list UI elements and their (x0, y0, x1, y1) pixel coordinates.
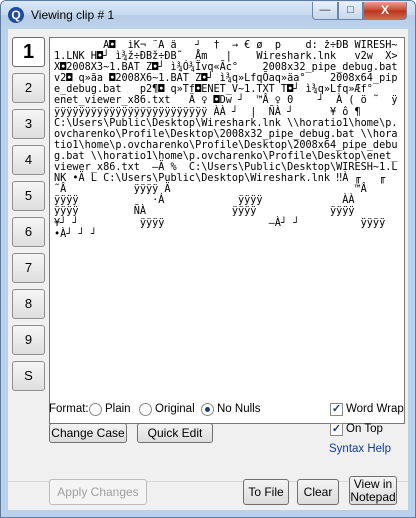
format-no-nulls-radio[interactable] (201, 403, 214, 416)
clip-content[interactable]: À◘ ìK¬ ˜Â â ┘ † → € ø p d: ž÷ÐB WIRESH~1… (54, 40, 400, 420)
clip-button-s[interactable]: S (12, 361, 45, 391)
clip-button-7[interactable]: 7 (12, 253, 45, 283)
on-top-label[interactable]: On Top (346, 423, 383, 435)
client-area: 1 2 3 4 5 6 7 8 9 S À◘ ìK¬ ˜Â â ┘ † → € … (8, 29, 408, 510)
format-plain-label[interactable]: Plain (105, 403, 131, 415)
clip-button-8[interactable]: 8 (12, 289, 45, 319)
clip-button-5[interactable]: 5 (12, 181, 45, 211)
view-in-notepad-line2: Notepad (350, 490, 396, 504)
word-wrap-label[interactable]: Word Wrap (346, 403, 404, 415)
app-window: Q Viewing clip # 1 — □ X 1 2 3 4 5 6 7 8… (0, 0, 416, 518)
clip-button-1[interactable]: 1 (12, 37, 45, 67)
clip-button-9[interactable]: 9 (12, 325, 45, 355)
maximize-button[interactable]: □ (338, 2, 363, 20)
apply-changes-button[interactable]: Apply Changes (49, 479, 147, 505)
change-case-button[interactable]: Change Case (49, 423, 127, 443)
view-in-notepad-button[interactable]: View in Notepad (349, 476, 397, 505)
format-plain-radio[interactable] (89, 403, 102, 416)
app-icon: Q (8, 7, 24, 23)
clip-button-6[interactable]: 6 (12, 217, 45, 247)
minimize-button[interactable]: — (312, 2, 338, 20)
on-top-checkbox[interactable]: ✓ (330, 423, 343, 436)
format-no-nulls-label[interactable]: No Nulls (217, 403, 260, 415)
syntax-help-link[interactable]: Syntax Help (329, 443, 391, 455)
to-file-button[interactable]: To File (243, 479, 289, 505)
clip-text-area[interactable]: À◘ ìK¬ ˜Â â ┘ † → € ø p d: ž÷ÐB WIRESH~1… (49, 37, 405, 424)
format-original-radio[interactable] (139, 403, 152, 416)
clear-button[interactable]: Clear (297, 479, 339, 505)
title-bar[interactable]: Q Viewing clip # 1 — □ X (1, 1, 415, 29)
close-button[interactable]: X (363, 2, 407, 20)
quick-edit-button[interactable]: Quick Edit (137, 423, 213, 443)
clip-button-2[interactable]: 2 (12, 73, 45, 103)
clip-button-3[interactable]: 3 (12, 109, 45, 139)
word-wrap-checkbox[interactable]: ✓ (330, 403, 343, 416)
format-original-label[interactable]: Original (155, 403, 195, 415)
format-label: Format: (49, 403, 89, 415)
view-in-notepad-line1: View in (353, 477, 393, 491)
window-title: Viewing clip # 1 (31, 8, 115, 22)
clip-button-4[interactable]: 4 (12, 145, 45, 175)
